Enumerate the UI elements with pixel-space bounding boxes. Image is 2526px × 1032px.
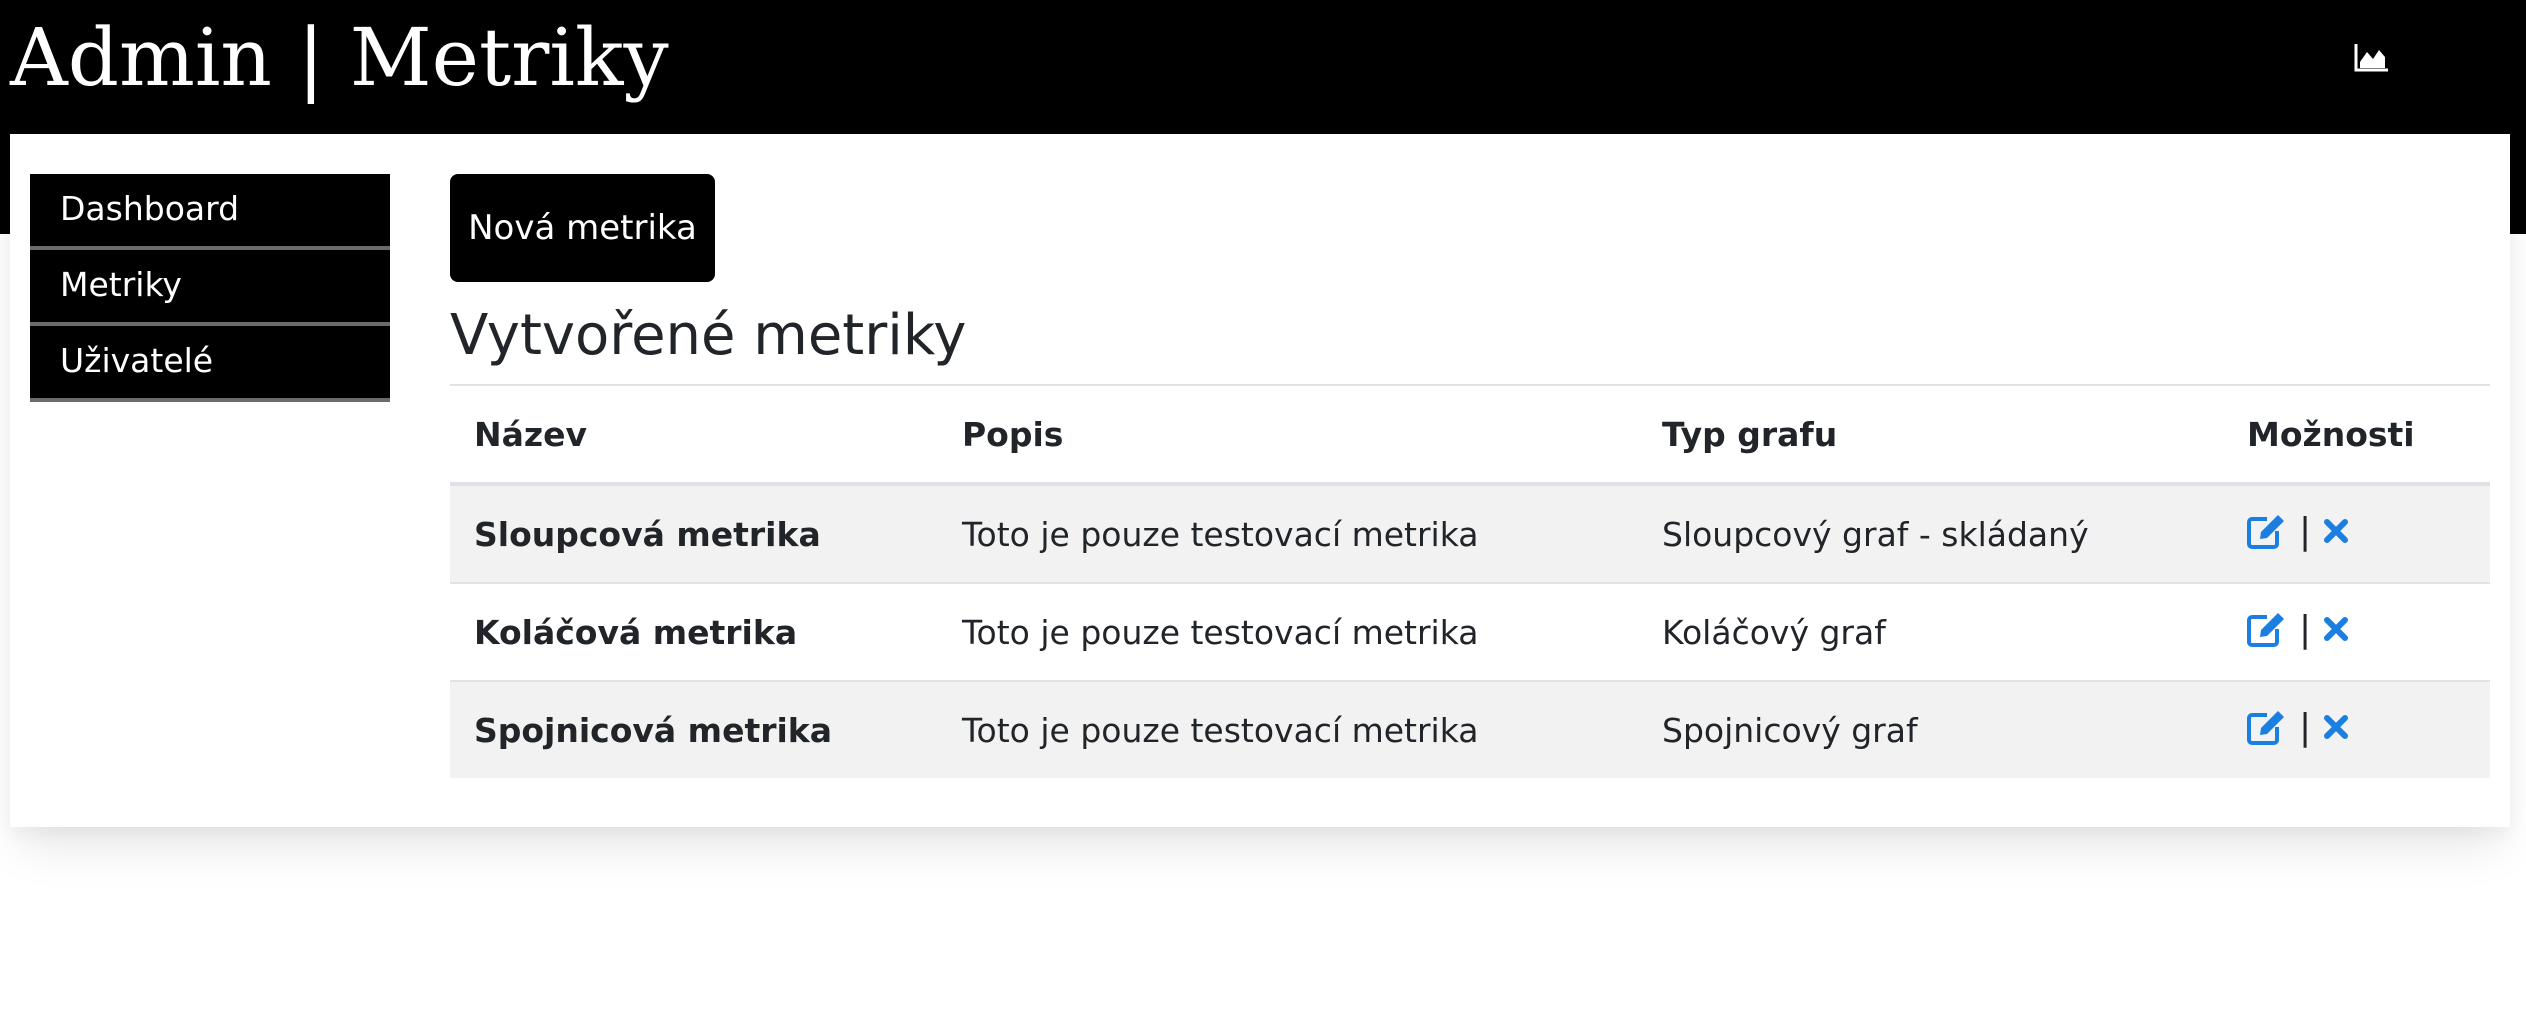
table-row: Sloupcová metrika Toto je pouze testovac… <box>450 483 2490 583</box>
edit-icon[interactable] <box>2247 611 2285 648</box>
metric-description: Toto je pouze testovací metrika <box>938 680 1638 778</box>
sidebar-item-dashboard[interactable]: Dashboard <box>30 174 390 250</box>
edit-icon[interactable] <box>2247 513 2285 550</box>
delete-icon[interactable] <box>2323 714 2349 740</box>
edit-icon[interactable] <box>2247 709 2285 746</box>
metric-chart-type: Koláčový graf <box>1638 582 2223 681</box>
column-header-description: Popis <box>938 386 1638 486</box>
metric-options: | <box>2223 483 2490 583</box>
options-separator: | <box>2299 608 2312 650</box>
section-title: Vytvořené metriky <box>450 303 967 368</box>
new-metric-button[interactable]: Nová metrika <box>450 174 715 282</box>
table-header-row: Název Popis Typ grafu Možnosti <box>450 386 2490 486</box>
metric-description: Toto je pouze testovací metrika <box>938 483 1638 583</box>
metric-name: Koláčová metrika <box>450 582 938 681</box>
metric-chart-type: Spojnicový graf <box>1638 680 2223 778</box>
sidebar: Dashboard Metriky Uživatelé <box>30 174 390 402</box>
column-header-options: Možnosti <box>2223 386 2490 486</box>
sidebar-item-uzivatele[interactable]: Uživatelé <box>30 326 390 402</box>
delete-icon[interactable] <box>2323 518 2349 544</box>
options-separator: | <box>2299 510 2312 552</box>
column-header-chart-type: Typ grafu <box>1638 386 2223 486</box>
metric-options: | <box>2223 582 2490 681</box>
page-title: Admin | Metriky <box>10 11 669 104</box>
metric-name: Spojnicová metrika <box>450 680 938 778</box>
area-chart-icon[interactable] <box>2354 42 2390 72</box>
column-header-name: Název <box>450 386 938 486</box>
metric-name: Sloupcová metrika <box>450 483 938 583</box>
delete-icon[interactable] <box>2323 616 2349 642</box>
table-row: Spojnicová metrika Toto je pouze testova… <box>450 680 2490 778</box>
metric-description: Toto je pouze testovací metrika <box>938 582 1638 681</box>
table-row: Koláčová metrika Toto je pouze testovací… <box>450 582 2490 681</box>
metric-options: | <box>2223 680 2490 778</box>
metric-chart-type: Sloupcový graf - skládaný <box>1638 483 2223 583</box>
metrics-table: Název Popis Typ grafu Možnosti Sloupcová… <box>450 386 2490 778</box>
options-separator: | <box>2299 706 2312 748</box>
sidebar-item-metriky[interactable]: Metriky <box>30 250 390 326</box>
